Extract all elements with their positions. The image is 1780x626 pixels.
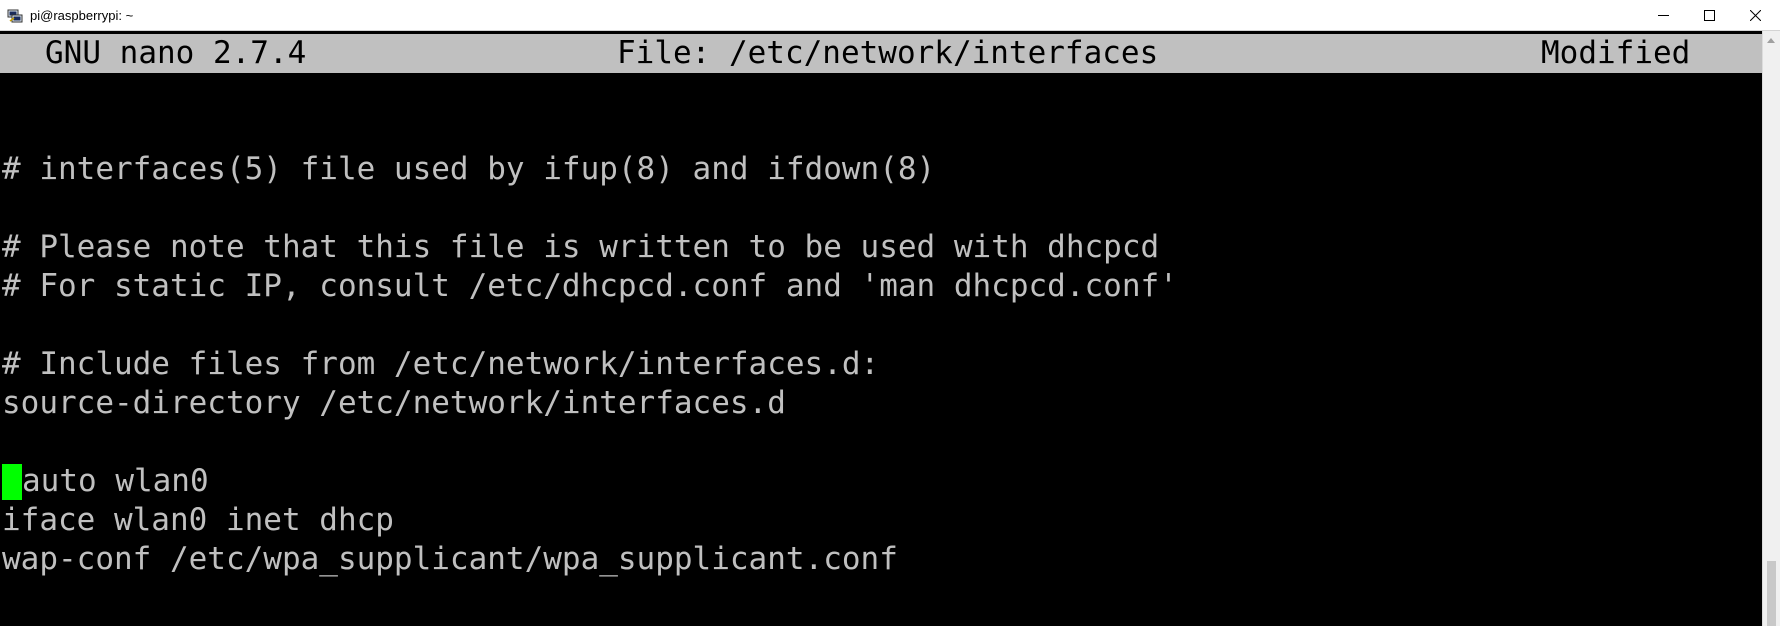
editor-line-text: wap-conf /etc/wpa_supplicant/wpa_supplic… <box>2 541 898 577</box>
editor-line[interactable] <box>2 423 1742 462</box>
maximize-button[interactable] <box>1686 0 1732 31</box>
editor-line-text: # For static IP, consult /etc/dhcpcd.con… <box>2 268 1178 304</box>
nano-modified-status: Modified <box>1541 35 1691 71</box>
editor-line[interactable]: iface wlan0 inet dhcp <box>2 501 1742 540</box>
editor-line[interactable]: source-directory /etc/network/interfaces… <box>2 384 1742 423</box>
putty-icon[interactable] <box>7 8 23 23</box>
nano-file-label: File: /etc/network/interfaces <box>617 35 1159 71</box>
editor-line-text: # interfaces(5) file used by ifup(8) and… <box>2 151 936 187</box>
nano-header-bar: GNU nano 2.7.4 File: /etc/network/interf… <box>0 34 1762 73</box>
text-cursor <box>2 464 22 500</box>
vertical-scrollbar[interactable] <box>1762 31 1780 626</box>
window-title: pi@raspberrypi: ~ <box>30 8 134 23</box>
editor-line[interactable]: # For static IP, consult /etc/dhcpcd.con… <box>2 267 1742 306</box>
nano-version: GNU nano 2.7.4 <box>45 35 307 71</box>
close-button[interactable] <box>1732 0 1778 31</box>
window-titlebar[interactable]: pi@raspberrypi: ~ <box>0 0 1780 31</box>
close-icon <box>1749 10 1761 21</box>
editor-line-text: auto wlan0 <box>22 463 209 499</box>
editor-line-text: source-directory /etc/network/interfaces… <box>2 385 786 421</box>
editor-line-text: iface wlan0 inet dhcp <box>2 502 394 538</box>
scrollbar-thumb[interactable] <box>1767 561 1776 626</box>
editor-line[interactable] <box>2 111 1742 150</box>
editor-line[interactable]: # interfaces(5) file used by ifup(8) and… <box>2 150 1742 189</box>
editor-line[interactable]: # Include files from /etc/network/interf… <box>2 345 1742 384</box>
scroll-up-arrow-icon[interactable] <box>1767 38 1775 43</box>
editor-line[interactable]: auto wlan0 <box>2 462 1742 501</box>
editor-line-text: # Include files from /etc/network/interf… <box>2 346 880 382</box>
editor-line[interactable]: wap-conf /etc/wpa_supplicant/wpa_supplic… <box>2 540 1742 579</box>
terminal-area[interactable]: GNU nano 2.7.4 File: /etc/network/interf… <box>0 31 1762 626</box>
maximize-icon <box>1703 10 1715 21</box>
editor-line[interactable] <box>2 189 1742 228</box>
editor-line-text: # Please note that this file is written … <box>2 229 1160 265</box>
editor-line[interactable]: # Please note that this file is written … <box>2 228 1742 267</box>
minimize-button[interactable] <box>1640 0 1686 31</box>
editor-buffer[interactable]: # interfaces(5) file used by ifup(8) and… <box>2 111 1742 579</box>
minimize-icon <box>1657 10 1669 21</box>
editor-line[interactable] <box>2 306 1742 345</box>
